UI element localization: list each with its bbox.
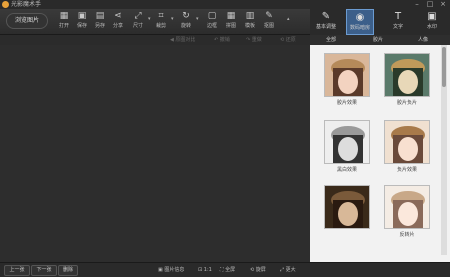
- maximize-button[interactable]: □: [425, 0, 435, 9]
- save-icon: ▣: [77, 11, 87, 21]
- tab-basic-adjust[interactable]: ✎ 基本调整: [312, 9, 340, 35]
- browse-images-button[interactable]: 浏览图片: [6, 13, 48, 29]
- crop-label: 裁剪: [155, 23, 166, 29]
- save-as-button[interactable]: ▤ 另存: [91, 10, 109, 32]
- border-label: 边框: [206, 23, 217, 29]
- next-image-button[interactable]: 下一张: [31, 265, 57, 276]
- collage-label: 拼图: [225, 23, 236, 29]
- portrait-image: [325, 186, 369, 228]
- scroll-thumb[interactable]: [442, 47, 446, 87]
- crop-dropdown-icon[interactable]: ▾: [171, 16, 174, 22]
- portrait-image: [385, 121, 429, 163]
- filter-panel: 全部 胶片 人像 胶片效果 胶片负片 黑白效果 负片效果 反转片: [310, 35, 450, 262]
- actual-size-button[interactable]: ⊡ 1:1: [198, 263, 212, 277]
- portrait-image: [385, 54, 429, 96]
- tab-all[interactable]: 全部: [326, 35, 336, 45]
- resize-label: 尺寸: [132, 23, 143, 29]
- zoom-in-button[interactable]: ⤢ 更大: [280, 263, 296, 277]
- portrait-image: [385, 186, 429, 228]
- filter-label-film: 胶片效果: [336, 100, 357, 106]
- tab-digital-darkroom[interactable]: ◉ 数码暗房: [346, 9, 374, 35]
- more-tools-icon[interactable]: ▴: [287, 16, 290, 22]
- tab-portrait[interactable]: 人像: [418, 35, 428, 45]
- resize-dropdown-icon[interactable]: ▾: [148, 16, 151, 22]
- resize-button[interactable]: ⤢ 尺寸: [129, 10, 147, 32]
- cutout-icon: ✎: [265, 11, 273, 21]
- resize-icon: ⤢: [134, 11, 142, 21]
- fullscreen-button[interactable]: ⛶ 全屏: [220, 263, 235, 277]
- filter-thumb-vintage[interactable]: [324, 185, 370, 229]
- adjust-icon: ✎: [321, 11, 331, 22]
- tab-text-label: 文字: [392, 24, 403, 30]
- tab-digital-darkroom-label: 数码暗房: [349, 25, 370, 31]
- filter-thumb-film[interactable]: [324, 53, 370, 97]
- filter-thumb-negative[interactable]: [384, 120, 430, 164]
- open-button[interactable]: ▦ 打开: [55, 10, 73, 32]
- filter-label-film-negative: 胶片负片: [396, 100, 417, 106]
- rotate-label: 旋转: [180, 23, 191, 29]
- title-bar: 光影魔术手 – □ ×: [0, 0, 450, 9]
- template-label: 模板: [244, 23, 255, 29]
- restore-button[interactable]: ⟲ 还原: [280, 35, 296, 45]
- filter-label-reversal: 反转片: [399, 232, 415, 238]
- undo-button[interactable]: ↶ 撤销: [214, 35, 230, 45]
- border-button[interactable]: ▢ 边框: [203, 10, 221, 32]
- template-icon: ▥: [245, 11, 255, 21]
- collage-icon: ▦: [226, 11, 236, 21]
- filter-thumb-bw[interactable]: [324, 120, 370, 164]
- save-button[interactable]: ▣ 保存: [73, 10, 91, 32]
- tab-text[interactable]: T 文字: [384, 9, 412, 35]
- minimize-button[interactable]: –: [412, 0, 422, 9]
- portrait-image: [325, 121, 369, 163]
- filter-category-tabs: 全部 胶片 人像: [310, 35, 450, 45]
- filter-thumb-film-negative[interactable]: [384, 53, 430, 97]
- cutout-button[interactable]: ✎ 抠图: [260, 10, 278, 32]
- filter-label-bw: 黑白效果: [336, 167, 357, 173]
- delete-button[interactable]: 删除: [58, 265, 78, 276]
- border-icon: ▢: [207, 11, 217, 21]
- share-label: 分享: [112, 23, 123, 29]
- compare-original-button[interactable]: ◀ 原图对比: [170, 35, 195, 45]
- tab-watermark[interactable]: ▣ 水印: [418, 9, 446, 35]
- right-panel-tabs: ✎ 基本调整 ◉ 数码暗房 T 文字 ▣ 水印: [310, 9, 450, 35]
- filter-scrollbar[interactable]: [441, 45, 447, 255]
- rotate-button[interactable]: ↻ 旋转: [177, 10, 195, 32]
- tab-basic-adjust-label: 基本调整: [315, 24, 336, 30]
- app-title: 光影魔术手: [11, 1, 42, 8]
- tab-watermark-label: 水印: [426, 24, 437, 30]
- tab-film[interactable]: 胶片: [373, 35, 383, 45]
- cutout-label: 抠图: [263, 23, 274, 29]
- image-canvas[interactable]: [0, 45, 310, 262]
- camera-icon: ◉: [355, 12, 365, 23]
- close-button[interactable]: ×: [438, 0, 448, 9]
- status-bar: 上一张 下一张 删除 ▣ 图片信息 ⊡ 1:1 ⛶ 全屏 ⟲ 旋屏 ⤢ 更大: [0, 262, 450, 277]
- app-logo-icon: [2, 1, 9, 8]
- crop-button[interactable]: ⌗ 裁剪: [152, 10, 170, 32]
- edit-subbar: ◀ 原图对比 ↶ 撤销 ↷ 重做 ⟲ 还原: [0, 35, 310, 45]
- prev-image-button[interactable]: 上一张: [4, 265, 30, 276]
- filter-label-negative: 负片效果: [396, 167, 417, 173]
- filter-thumb-reversal[interactable]: [384, 185, 430, 229]
- open-label: 打开: [58, 23, 69, 29]
- open-icon: ▦: [59, 11, 69, 21]
- rotate-screen-button[interactable]: ⟲ 旋屏: [250, 263, 266, 277]
- share-icon: ⋖: [114, 11, 122, 21]
- save-as-label: 另存: [94, 23, 105, 29]
- share-button[interactable]: ⋖ 分享: [109, 10, 127, 32]
- save-as-icon: ▤: [95, 11, 105, 21]
- text-icon: T: [394, 11, 402, 22]
- rotate-icon: ↻: [182, 11, 190, 21]
- save-label: 保存: [76, 23, 87, 29]
- redo-button[interactable]: ↷ 重做: [246, 35, 262, 45]
- rotate-dropdown-icon[interactable]: ▾: [196, 16, 199, 22]
- collage-button[interactable]: ▦ 拼图: [222, 10, 240, 32]
- crop-icon: ⌗: [158, 11, 164, 21]
- template-button[interactable]: ▥ 模板: [241, 10, 259, 32]
- portrait-image: [325, 54, 369, 96]
- image-info-button[interactable]: ▣ 图片信息: [158, 263, 184, 277]
- watermark-icon: ▣: [427, 11, 437, 22]
